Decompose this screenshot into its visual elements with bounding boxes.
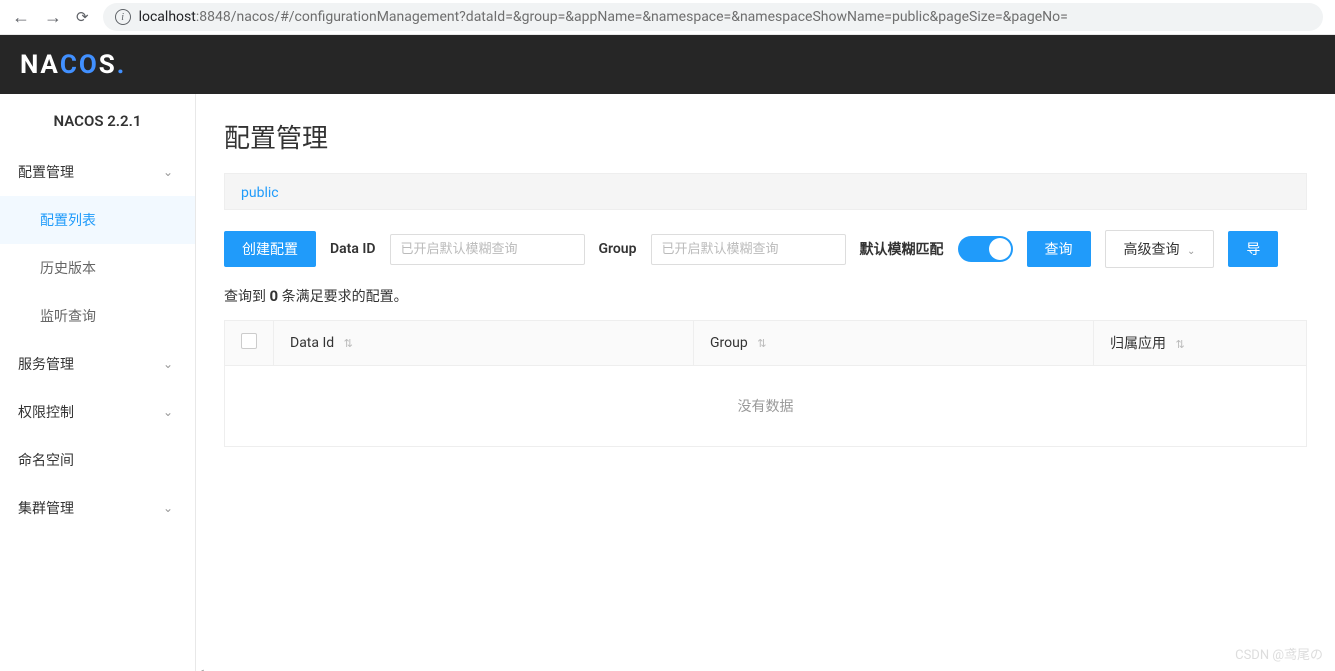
chevron-down-icon: ⌄ (163, 501, 173, 515)
sort-icon: ⇅ (1175, 338, 1184, 351)
empty-text: 没有数据 (225, 366, 1307, 447)
group-input[interactable] (651, 234, 846, 265)
namespace-bar: public (224, 173, 1307, 210)
empty-row: 没有数据 (225, 366, 1307, 447)
sidebar-item-auth[interactable]: 权限控制 ⌄ (0, 388, 195, 436)
result-text: 查询到 0 条满足要求的配置。 (224, 286, 1307, 306)
sidebar-item-label: 服务管理 (18, 354, 74, 374)
app-header: NACOS. (0, 35, 1335, 94)
col-checkbox (225, 321, 274, 366)
fuzzy-label: 默认模糊匹配 (860, 239, 944, 259)
sort-icon: ⇅ (757, 337, 766, 350)
config-table: Data Id ⇅ Group ⇅ 归属应用 ⇅ 没有数据 (224, 320, 1307, 447)
namespace-link[interactable]: public (241, 185, 279, 201)
info-icon[interactable]: i (115, 9, 131, 25)
url-bar[interactable]: i localhost:8848/nacos/#/configurationMa… (103, 3, 1323, 31)
reload-icon[interactable]: ⟳ (76, 8, 89, 26)
page-title: 配置管理 (224, 118, 1307, 155)
toggle-knob (989, 238, 1011, 260)
sidebar-item-config-mgmt[interactable]: 配置管理 ⌄ (0, 148, 195, 196)
url-text: localhost:8848/nacos/#/configurationMana… (139, 9, 1068, 25)
chevron-down-icon: ⌄ (1187, 246, 1195, 257)
sidebar-item-listener[interactable]: 监听查询 (0, 292, 195, 340)
select-all-checkbox[interactable] (241, 333, 257, 349)
group-label: Group (599, 241, 637, 257)
data-id-input[interactable] (390, 234, 585, 265)
advanced-search-button[interactable]: 高级查询 ⌄ (1105, 230, 1215, 268)
browser-bar: ← → ⟳ i localhost:8848/nacos/#/configura… (0, 0, 1335, 35)
col-group[interactable]: Group ⇅ (694, 321, 1094, 366)
back-icon[interactable]: ← (12, 7, 30, 28)
sidebar-item-label: 命名空间 (18, 450, 74, 470)
chevron-down-icon: ⌄ (163, 405, 173, 419)
table-header-row: Data Id ⇅ Group ⇅ 归属应用 ⇅ (225, 321, 1307, 366)
sidebar-item-namespace[interactable]: 命名空间 (0, 436, 195, 484)
fuzzy-toggle[interactable] (958, 236, 1013, 262)
sidebar-item-config-list[interactable]: 配置列表 (0, 196, 195, 244)
data-id-label: Data ID (330, 241, 376, 257)
sort-icon: ⇅ (344, 337, 353, 350)
create-config-button[interactable]: 创建配置 (224, 231, 316, 267)
sidebar-item-history[interactable]: 历史版本 (0, 244, 195, 292)
main-content: 配置管理 public 创建配置 Data ID Group 默认模糊匹配 查询… (196, 94, 1335, 671)
search-button[interactable]: 查询 (1027, 231, 1091, 267)
chevron-down-icon: ⌄ (163, 357, 173, 371)
sidebar-item-cluster[interactable]: 集群管理 ⌄ (0, 484, 195, 532)
sidebar-item-label: 权限控制 (18, 402, 74, 422)
logo[interactable]: NACOS. (20, 50, 126, 80)
sidebar-item-label: 配置管理 (18, 162, 74, 182)
watermark: CSDN @鸢尾の (1235, 644, 1323, 663)
export-button[interactable]: 导 (1228, 231, 1278, 267)
sidebar: NACOS 2.2.1 配置管理 ⌄ 配置列表 历史版本 监听查询 服务管理 ⌄… (0, 94, 196, 671)
sidebar-item-label: 集群管理 (18, 498, 74, 518)
chevron-down-icon: ⌄ (163, 165, 173, 179)
col-data-id[interactable]: Data Id ⇅ (274, 321, 694, 366)
sidebar-item-service-mgmt[interactable]: 服务管理 ⌄ (0, 340, 195, 388)
col-app[interactable]: 归属应用 ⇅ (1094, 321, 1307, 366)
search-bar: 创建配置 Data ID Group 默认模糊匹配 查询 高级查询 ⌄ 导 (224, 230, 1307, 268)
sidebar-title: NACOS 2.2.1 (0, 94, 195, 148)
forward-icon[interactable]: → (44, 7, 62, 28)
sidebar-item-label: 配置列表 (40, 213, 96, 229)
sidebar-item-label: 监听查询 (40, 309, 96, 325)
sidebar-item-label: 历史版本 (40, 261, 96, 277)
